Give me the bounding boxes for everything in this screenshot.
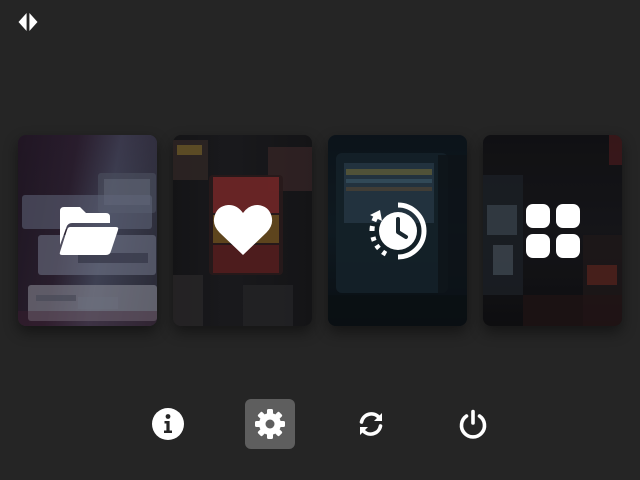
info-button[interactable]: [143, 399, 193, 449]
refresh-button[interactable]: [346, 399, 396, 449]
power-button[interactable]: [448, 399, 498, 449]
card-apps[interactable]: [483, 135, 622, 326]
theme-logo-icon: [16, 10, 40, 34]
info-icon: [152, 408, 184, 440]
power-icon: [459, 409, 487, 439]
bottom-action-bar: [143, 399, 503, 449]
heart-icon: [211, 199, 275, 263]
settings-button[interactable]: [245, 399, 295, 449]
card-history[interactable]: [328, 135, 467, 326]
card-collections[interactable]: [18, 135, 157, 326]
folder-open-icon: [56, 199, 120, 263]
gear-icon: [255, 409, 285, 439]
card-favorites[interactable]: [173, 135, 312, 326]
refresh-icon: [359, 412, 383, 436]
grid-icon: [521, 199, 585, 263]
clock-history-icon: [366, 199, 430, 263]
main-menu-cards: [18, 135, 622, 326]
main-menu-screen: [0, 0, 640, 480]
